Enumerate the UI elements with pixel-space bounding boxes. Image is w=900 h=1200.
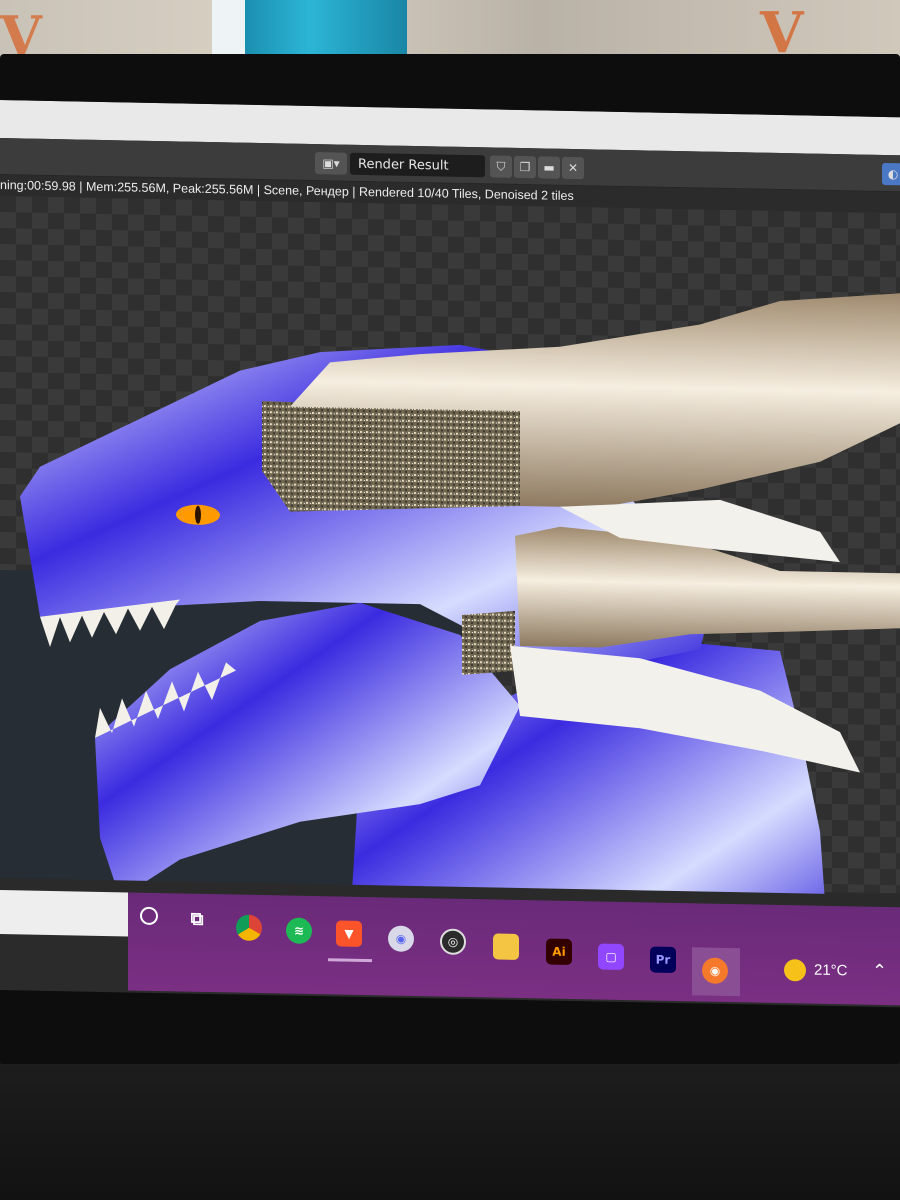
close-icon: ✕	[567, 160, 579, 176]
noisy-tile-lower	[462, 610, 515, 675]
dragon-render	[20, 293, 900, 914]
brave-icon[interactable]: ▼	[336, 920, 362, 947]
weather-temperature[interactable]: 21°C	[814, 962, 848, 980]
chrome-icon[interactable]	[236, 914, 262, 942]
unlink-image-button[interactable]: ✕	[562, 156, 584, 180]
chevron-down-icon: ▾	[333, 156, 340, 171]
twitch-icon[interactable]: ▢	[598, 943, 624, 970]
image-browse-button[interactable]: ▣ ▾	[315, 152, 347, 175]
image-icon: ▣	[322, 156, 334, 171]
shield-icon: ⛉	[496, 159, 506, 174]
copy-icon: ❐	[519, 159, 531, 175]
desk-surface	[0, 1064, 900, 1200]
weather-sun-icon[interactable]	[784, 959, 806, 982]
windows-taskbar: ⧉ ≋ ▼ ◉ ◎ Ai ▢ Pr ◉ 21°C ⌃	[128, 892, 900, 1006]
monitor-screen: ▣ ▾ Render Result ⛉ ❐ ▬ ✕ ◐ ning:00:59.98…	[0, 100, 900, 1008]
file-explorer-icon[interactable]	[493, 933, 519, 960]
folder-icon: ▬	[543, 160, 555, 175]
overlay-icon: ◐	[887, 167, 899, 182]
blender-icon[interactable]: ◉	[702, 957, 728, 984]
status-bar-left	[0, 890, 128, 937]
premiere-icon[interactable]: Pr	[650, 946, 676, 973]
image-name-field[interactable]: Render Result	[350, 152, 485, 178]
open-image-button[interactable]: ▬	[538, 156, 560, 179]
illustrator-icon[interactable]: Ai	[546, 938, 572, 965]
fake-user-button[interactable]: ⛉	[490, 155, 512, 178]
task-view-icon[interactable]: ⧉	[184, 906, 210, 932]
active-app-indicator	[328, 958, 372, 963]
new-image-button[interactable]: ❐	[514, 155, 536, 179]
spotify-icon[interactable]: ≋	[286, 917, 312, 944]
overlay-button[interactable]: ◐	[882, 162, 900, 186]
discord-icon[interactable]: ◉	[388, 925, 414, 952]
obs-icon[interactable]: ◎	[440, 928, 466, 955]
noisy-tile-upper	[262, 401, 525, 512]
search-icon[interactable]	[140, 906, 158, 926]
curtain	[245, 0, 407, 58]
window-light	[212, 0, 246, 58]
chevron-up-icon[interactable]: ⌃	[872, 961, 887, 982]
